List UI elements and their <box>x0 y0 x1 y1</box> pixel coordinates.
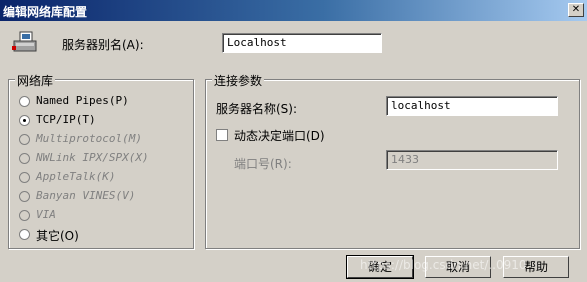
server-network-icon <box>12 31 37 52</box>
radio-indicator <box>19 210 30 221</box>
connection-params-legend: 连接参数 <box>212 72 265 89</box>
help-button[interactable]: 帮助 <box>503 256 569 278</box>
close-icon: ✕ <box>571 4 581 15</box>
dynamic-port-label: 动态决定端口(D) <box>234 129 325 143</box>
server-name-label: 服务器名称(S): <box>216 102 298 116</box>
network-library-group: 网络库 Named Pipes(P) TCP/IP(T) Multiprotoc… <box>8 72 194 249</box>
server-alias-input[interactable]: Localhost <box>222 33 382 53</box>
connection-params-group: 连接参数 服务器名称(S): localhost 动态决定端口(D) 端口号(R… <box>205 72 580 249</box>
port-label: 端口号(R): <box>234 157 292 171</box>
radio-indicator <box>19 229 30 240</box>
radio-label: VIA <box>36 208 56 221</box>
radio-label: Named Pipes(P) <box>36 94 129 107</box>
radio-indicator <box>19 134 30 145</box>
radio-label: TCP/IP(T) <box>36 113 96 126</box>
server-name-input[interactable]: localhost <box>386 96 558 116</box>
radio-indicator <box>19 96 30 107</box>
server-alias-label: 服务器别名(A): <box>62 38 144 52</box>
radio-indicator <box>19 153 30 164</box>
network-library-legend: 网络库 <box>15 72 56 89</box>
cancel-button[interactable]: 取消 <box>425 256 491 278</box>
port-input: 1433 <box>386 150 558 170</box>
dynamic-port-checkbox[interactable] <box>216 129 228 141</box>
radio-indicator <box>19 172 30 183</box>
radio-label: AppleTalk(K) <box>36 170 116 183</box>
dialog-window: 编辑网络库配置 ✕ 服务器别名(A): Localhost 网络库 Named … <box>0 0 587 282</box>
radio-label: 其它(O) <box>36 229 79 243</box>
radio-indicator <box>19 115 30 126</box>
close-button[interactable]: ✕ <box>568 3 584 17</box>
radio-label: Multiprotocol(M) <box>36 132 142 145</box>
radio-indicator <box>19 191 30 202</box>
title-bar[interactable]: 编辑网络库配置 ✕ <box>0 0 587 21</box>
window-title: 编辑网络库配置 <box>3 5 88 19</box>
radio-label: NWLink IPX/SPX(X) <box>36 151 149 164</box>
ok-button[interactable]: 确定 <box>346 255 414 279</box>
radio-label: Banyan VINES(V) <box>36 189 136 202</box>
